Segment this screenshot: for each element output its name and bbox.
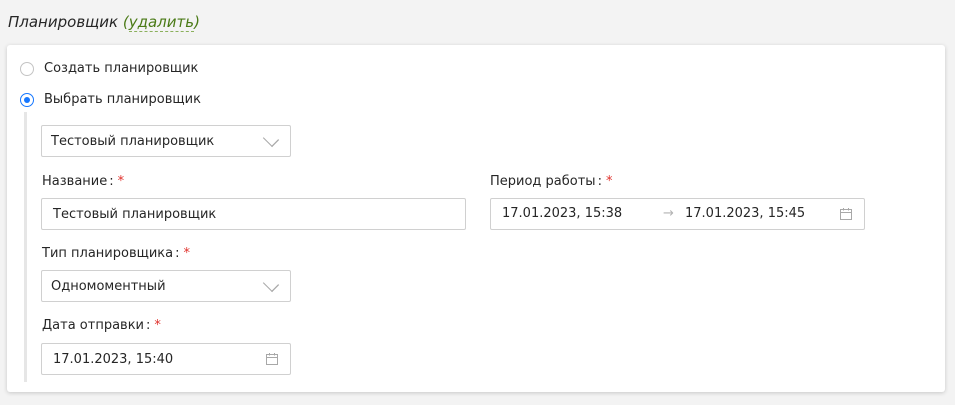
type-select-value: Одномоментный — [51, 278, 166, 294]
name-input-value: Тестовый планировщик — [53, 206, 217, 222]
section-title: Планировщик — [8, 13, 119, 31]
send-date-value: 17.01.2023, 15:40 — [53, 351, 174, 367]
scheduler-select[interactable]: Тестовый планировщик — [41, 125, 291, 157]
period-start-value[interactable]: 17.01.2023, 15:38 — [502, 199, 622, 229]
calendar-icon[interactable] — [840, 208, 852, 220]
delete-link[interactable]: удалить — [128, 13, 195, 32]
nested-indent-bar — [24, 112, 27, 382]
radio-button-select[interactable] — [20, 92, 34, 107]
type-select[interactable]: Одномоментный — [41, 270, 291, 302]
calendar-icon[interactable] — [266, 353, 278, 365]
period-label: Период работы: * — [490, 174, 613, 189]
send-date-label: Дата отправки: * — [42, 318, 161, 333]
radio-create-label: Создать планировщик — [44, 61, 199, 76]
period-end-value[interactable]: 17.01.2023, 15:45 — [685, 199, 805, 229]
name-label: Название: * — [42, 174, 125, 189]
name-input[interactable]: Тестовый планировщик — [41, 198, 466, 230]
radio-button-create[interactable] — [20, 61, 34, 76]
period-range-picker[interactable]: 17.01.2023, 15:38 → 17.01.2023, 15:45 — [490, 198, 865, 230]
radio-create-scheduler[interactable]: Создать планировщик — [20, 61, 198, 76]
type-label: Тип планировщика: * — [42, 246, 191, 261]
section-header: Планировщик (удалить) — [8, 13, 200, 32]
send-date-picker[interactable]: 17.01.2023, 15:40 — [41, 343, 291, 375]
range-arrow-icon: → — [663, 206, 674, 221]
scheduler-card: Создать планировщик Выбрать планировщик … — [7, 45, 945, 392]
scheduler-select-value: Тестовый планировщик — [51, 133, 215, 149]
radio-select-label: Выбрать планировщик — [44, 92, 201, 107]
radio-select-scheduler[interactable]: Выбрать планировщик — [20, 92, 201, 107]
